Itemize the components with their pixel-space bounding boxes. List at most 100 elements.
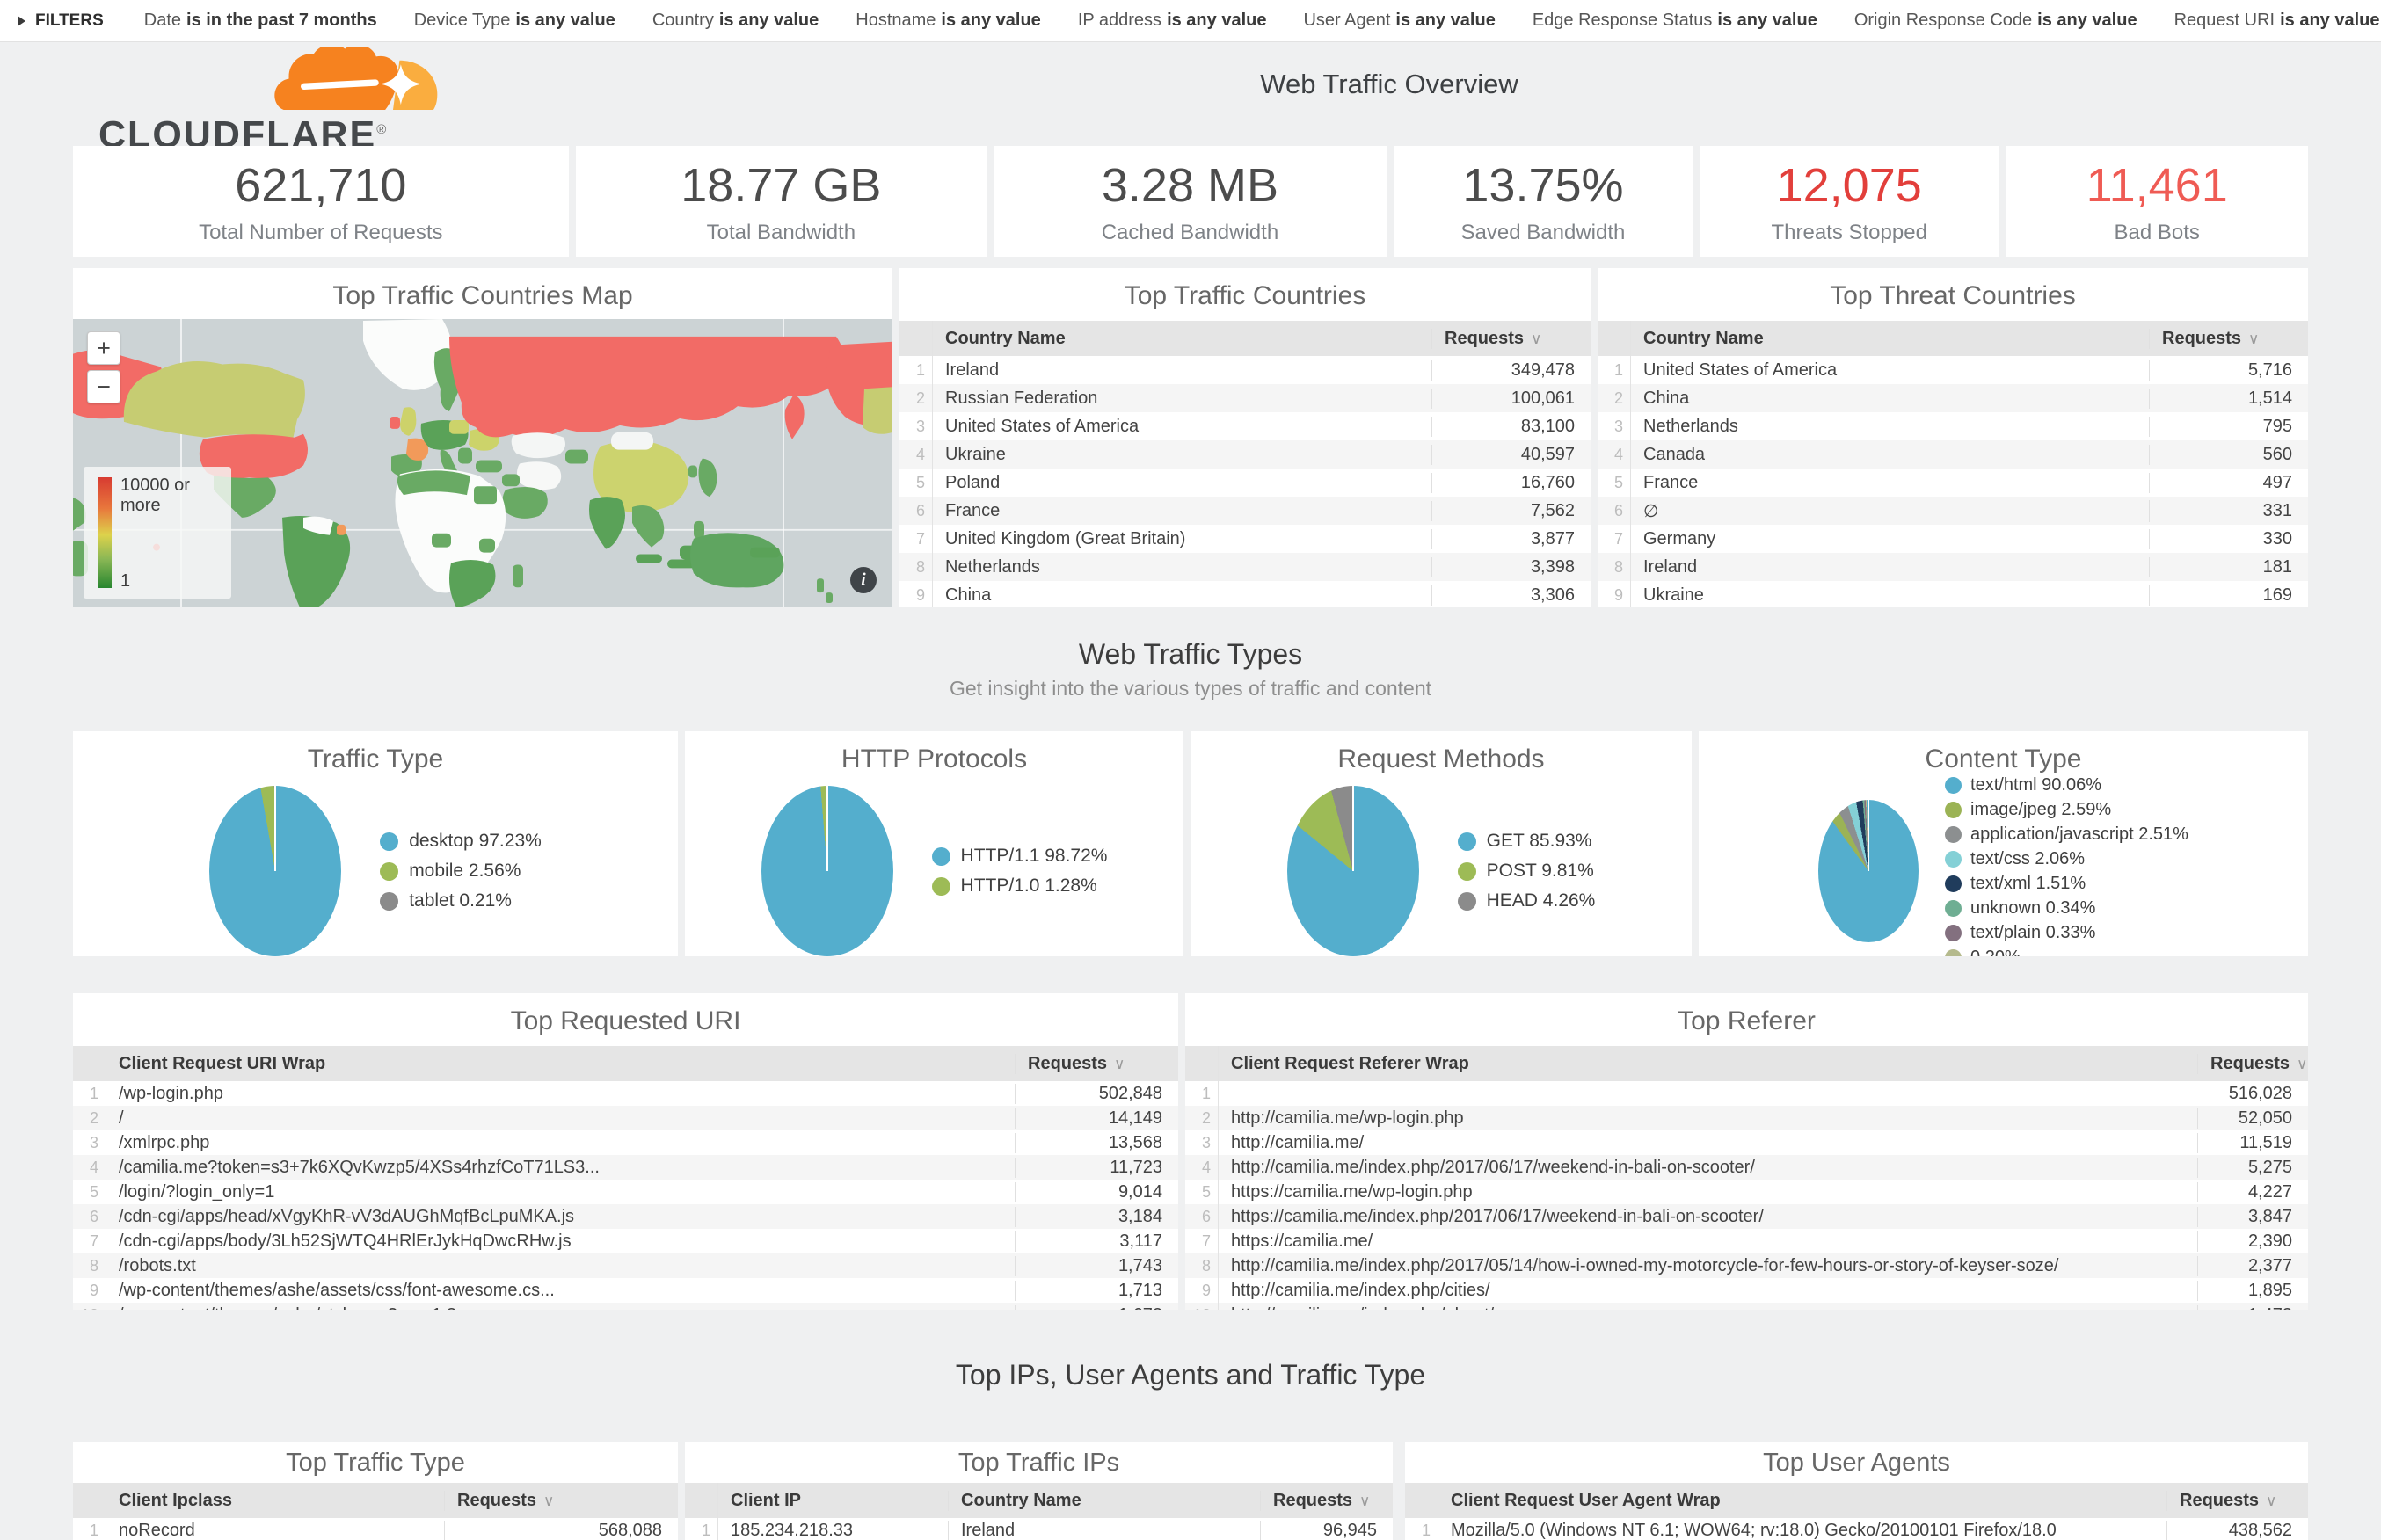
legend-item[interactable]: image/jpeg 2.59% — [1945, 800, 2188, 820]
top-threat-countries-title: Top Threat Countries — [1598, 268, 2308, 321]
column-header[interactable]: Requests∨ — [2167, 1491, 2308, 1511]
sort-caret-icon[interactable]: ∨ — [2266, 1493, 2276, 1509]
map-zoom-in-button[interactable]: + — [87, 331, 120, 365]
sort-caret-icon[interactable]: ∨ — [543, 1493, 554, 1509]
table-cell: 2,377 — [2198, 1256, 2308, 1276]
legend-item[interactable]: HTTP/1.1 98.72% — [932, 846, 1108, 867]
filter-item[interactable]: Hostnameis any value — [856, 11, 1041, 30]
column-header[interactable]: Requests∨ — [1016, 1054, 1178, 1074]
sort-caret-icon[interactable]: ∨ — [2297, 1056, 2307, 1072]
legend-label: text/css 2.06% — [1970, 849, 2085, 869]
table-cell: /wp-content/themes/ashe/assets/css/font-… — [106, 1281, 1016, 1301]
column-header: Country Name — [1631, 329, 2150, 349]
legend-item[interactable]: GET 85.93% — [1458, 831, 1596, 852]
table-row: 6https://camilia.me/index.php/2017/06/17… — [1185, 1204, 2308, 1229]
legend-item[interactable]: 0.20% — [1945, 948, 2188, 957]
filter-item[interactable]: Origin Response Codeis any value — [1854, 11, 2137, 30]
filter-item[interactable]: Countryis any value — [652, 11, 819, 30]
filter-item[interactable]: User Agentis any value — [1303, 11, 1495, 30]
table-row: 2http://camilia.me/wp-login.php52,050 — [1185, 1106, 2308, 1130]
legend-label: 0.20% — [1970, 948, 2021, 957]
top-traffic-countries-table: Country NameRequests∨1Ireland349,4782Rus… — [899, 321, 1591, 607]
table-cell: 185.234.218.33 — [718, 1521, 949, 1540]
table-cell: 1,895 — [2198, 1281, 2308, 1301]
stat-label: Total Bandwidth — [707, 221, 856, 245]
map-info-icon[interactable]: i — [850, 567, 877, 593]
table-cell: 330 — [2150, 529, 2308, 549]
map-panel-title: Top Traffic Countries Map — [73, 268, 892, 321]
column-header[interactable]: Requests∨ — [2198, 1054, 2308, 1074]
map-zoom-out-button[interactable]: − — [87, 370, 120, 403]
legend-item[interactable]: unknown 0.34% — [1945, 898, 2188, 919]
table-cell: Mozilla/5.0 (Windows NT 6.1; WOW64; rv:1… — [1438, 1521, 2167, 1540]
legend-item[interactable]: POST 9.81% — [1458, 861, 1596, 882]
filter-item[interactable]: Device Typeis any value — [414, 11, 615, 30]
legend-item[interactable]: text/plain 0.33% — [1945, 923, 2188, 943]
table-cell: China — [933, 585, 1432, 606]
filter-item[interactable]: Dateis in the past 7 months — [144, 11, 377, 30]
legend-item[interactable]: desktop 97.23% — [380, 831, 542, 852]
legend-item[interactable]: application/javascript 2.51% — [1945, 824, 2188, 845]
legend-label: HEAD 4.26% — [1487, 890, 1596, 912]
filters-toggle[interactable]: FILTERS — [18, 11, 104, 31]
legend-label: POST 9.81% — [1487, 861, 1594, 882]
stats-row: 621,710Total Number of Requests18.77 GBT… — [73, 146, 2308, 257]
content-type-panel: Content Type text/html 90.06%image/jpeg … — [1699, 731, 2308, 956]
column-header[interactable]: Requests∨ — [2150, 329, 2308, 349]
legend-item[interactable]: HEAD 4.26% — [1458, 890, 1596, 912]
legend-item[interactable]: text/xml 1.51% — [1945, 874, 2188, 894]
legend-item[interactable]: text/html 90.06% — [1945, 775, 2188, 795]
map-legend: 10000 or more 1 — [84, 467, 231, 599]
legend-dot-icon — [380, 862, 398, 881]
table-cell: /robots.txt — [106, 1256, 1016, 1276]
sort-caret-icon[interactable]: ∨ — [1531, 331, 1541, 347]
filter-item[interactable]: Edge Response Statusis any value — [1533, 11, 1817, 30]
legend-item[interactable]: tablet 0.21% — [380, 890, 542, 912]
table-cell: 1,713 — [1016, 1281, 1178, 1301]
table-cell: 52,050 — [2198, 1108, 2308, 1129]
table-row: 9Ukraine169 — [1598, 581, 2308, 607]
stat-label: Threats Stopped — [1771, 221, 1926, 245]
legend-dot-icon — [1458, 892, 1476, 911]
sort-caret-icon[interactable]: ∨ — [1114, 1056, 1125, 1072]
table-header: Client Request User Agent WrapRequests∨ — [1405, 1483, 2308, 1518]
column-header[interactable]: Requests∨ — [1432, 329, 1591, 349]
table-cell: http://camilia.me/index.php/about/ — [1219, 1305, 2198, 1311]
table-cell: Poland — [933, 473, 1432, 493]
table-cell: United States of America — [1631, 360, 2150, 381]
legend-item[interactable]: mobile 2.56% — [380, 861, 542, 882]
table-cell: 11,723 — [1016, 1158, 1178, 1178]
http-protocols-pie — [761, 786, 893, 956]
column-header: Country Name — [949, 1491, 1261, 1511]
filter-item[interactable]: Request URIis any value — [2174, 11, 2380, 30]
table-row: 1/wp-login.php502,848 — [73, 1081, 1178, 1106]
column-header[interactable]: Requests∨ — [1261, 1491, 1393, 1511]
legend-label: text/plain 0.33% — [1970, 923, 2095, 943]
table-row: 7United Kingdom (Great Britain)3,877 — [899, 525, 1591, 553]
table-cell: /cdn-cgi/apps/head/xVgyKhR-vV3dAUGhMqfBc… — [106, 1207, 1016, 1227]
world-map[interactable]: + − 10000 or more 1 i — [73, 319, 892, 607]
table-cell: 4,227 — [2198, 1182, 2308, 1202]
table-cell: http://camilia.me/index.php/2017/05/14/h… — [1219, 1256, 2198, 1276]
column-header[interactable]: Requests∨ — [445, 1491, 678, 1511]
legend-item[interactable]: HTTP/1.0 1.28% — [932, 875, 1108, 897]
table-cell: 560 — [2150, 445, 2308, 465]
sort-caret-icon[interactable]: ∨ — [2248, 331, 2259, 347]
top-traffic-type-title: Top Traffic Type — [73, 1442, 678, 1483]
cloudflare-logo: CLOUDFLARE® — [98, 47, 468, 152]
table-header: Client Request URI WrapRequests∨ — [73, 1046, 1178, 1081]
sort-caret-icon[interactable]: ∨ — [1359, 1493, 1370, 1509]
column-header: Client Request Referer Wrap — [1219, 1054, 2198, 1074]
table-row: 1516,028 — [1185, 1081, 2308, 1106]
table-cell: ∅ — [1631, 500, 2150, 522]
table-row: 1noRecord568,088 — [73, 1518, 678, 1540]
legend-item[interactable]: text/css 2.06% — [1945, 849, 2188, 869]
table-cell: 502,848 — [1016, 1084, 1178, 1104]
legend-label: unknown 0.34% — [1970, 898, 2095, 919]
map-legend-max-label: 10000 or more — [120, 476, 231, 516]
filter-item[interactable]: IP addressis any value — [1078, 11, 1267, 30]
table-row: 10/wp-content/themes/ashe/style.css?ver=… — [73, 1303, 1178, 1310]
table-cell: https://camilia.me/index.php/2017/06/17/… — [1219, 1207, 2198, 1227]
page-title: Web Traffic Overview — [1260, 69, 1518, 100]
table-cell: https://camilia.me/ — [1219, 1231, 2198, 1252]
